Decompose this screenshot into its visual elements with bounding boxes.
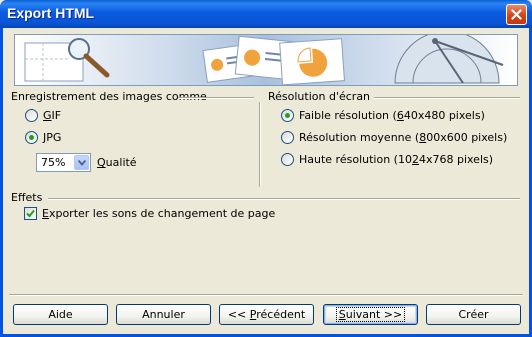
radio-jpg-label: JPG <box>43 131 62 144</box>
next-button[interactable]: Suivant >> <box>323 304 418 325</box>
dialog-window: Export HTML Enregistrement des images co… <box>0 0 532 337</box>
window-title: Export HTML <box>7 5 95 21</box>
checkbox-export-sounds-box[interactable] <box>24 207 37 220</box>
close-icon <box>511 9 522 20</box>
quality-select[interactable]: 75% <box>36 153 91 172</box>
chevron-down-icon <box>77 159 86 166</box>
create-button-label: Créer <box>458 308 489 321</box>
images-group-separator <box>178 97 254 99</box>
checkbox-export-sounds[interactable]: Exporter les sons de changement de page <box>24 207 275 220</box>
resolution-group-title: Résolution d'écran <box>268 90 374 103</box>
slides-illustration <box>202 35 345 85</box>
effects-group-separator <box>48 198 520 200</box>
radio-high-resolution-label: Haute résolution (1024x768 pixels) <box>299 153 494 166</box>
radio-medium-resolution[interactable]: Résolution moyenne (800x600 pixels) <box>281 131 507 144</box>
radio-low-resolution[interactable]: Faible résolution (640x480 pixels) <box>281 109 485 122</box>
create-button[interactable]: Créer <box>426 304 521 325</box>
radio-high-resolution-indicator[interactable] <box>281 153 294 166</box>
help-button-label: Aide <box>48 308 73 321</box>
quality-dropdown-button[interactable] <box>74 155 89 170</box>
compass-protractor-illustration <box>394 35 504 84</box>
document-magnifier-illustration <box>24 38 110 82</box>
close-button[interactable] <box>506 4 527 25</box>
resolution-group-separator <box>374 97 520 99</box>
radio-gif-indicator[interactable] <box>25 109 38 122</box>
footer-separator <box>9 294 523 296</box>
back-button[interactable]: << Précédent <box>219 304 314 325</box>
effects-group-title: Effets <box>11 191 46 204</box>
radio-gif[interactable]: GIF <box>25 109 61 122</box>
radio-high-resolution[interactable]: Haute résolution (1024x768 pixels) <box>281 153 493 166</box>
back-button-label: << Précédent <box>227 308 306 321</box>
help-button[interactable]: Aide <box>13 304 108 325</box>
radio-medium-resolution-indicator[interactable] <box>281 131 294 144</box>
checkbox-export-sounds-label: Exporter les sons de changement de page <box>42 207 276 220</box>
next-button-label: Suivant >> <box>335 307 406 322</box>
quality-select-value: 75% <box>41 156 66 169</box>
checkmark-icon <box>26 209 35 218</box>
radio-jpg[interactable]: JPG <box>25 131 61 144</box>
dialog-body: Enregistrement des images comme GIF JPG … <box>3 28 529 334</box>
radio-jpg-indicator[interactable] <box>25 131 38 144</box>
quality-label: Qualité <box>97 156 137 169</box>
radio-low-resolution-indicator[interactable] <box>281 109 294 122</box>
cancel-button[interactable]: Annuler <box>116 304 211 325</box>
title-bar[interactable]: Export HTML <box>0 0 532 28</box>
cancel-button-label: Annuler <box>142 308 185 321</box>
wizard-banner-image <box>14 34 518 86</box>
radio-medium-resolution-label: Résolution moyenne (800x600 pixels) <box>299 131 508 144</box>
radio-gif-label: GIF <box>43 109 62 122</box>
radio-low-resolution-label: Faible résolution (640x480 pixels) <box>299 109 485 122</box>
group-divider <box>259 102 261 187</box>
